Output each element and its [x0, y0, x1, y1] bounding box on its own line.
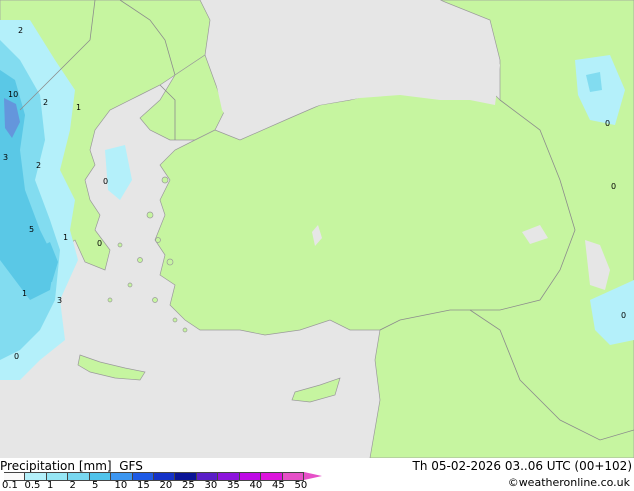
contour-label: 5 [29, 225, 34, 234]
contour-label: 1 [76, 103, 81, 112]
contour-label: 0 [103, 177, 108, 186]
map-title: Precipitation [mm] GFS [0, 459, 143, 473]
title-text: Precipitation [mm] [0, 459, 112, 473]
contour-label: 0 [605, 119, 610, 128]
forecast-datetime: Th 05-02-2026 03..06 UTC (00+102) [412, 459, 632, 473]
contour-label: 0 [97, 239, 102, 248]
contour-label: 2 [18, 26, 23, 35]
credit-link[interactable]: ©weatheronline.co.uk [508, 476, 630, 490]
contour-label: 2 [43, 98, 48, 107]
model-name: GFS [119, 459, 143, 473]
contour-label: 3 [57, 296, 62, 305]
contour-label: 1 [63, 233, 68, 242]
precipitation-map: 2 10 2 1 3 2 0 5 1 0 1 3 0 0 0 0 [0, 0, 634, 458]
contour-label: 0 [611, 182, 616, 191]
contour-label: 1 [22, 289, 27, 298]
contour-label: 0 [621, 311, 626, 320]
contour-label: 3 [3, 153, 8, 162]
contour-label: 0 [14, 352, 19, 361]
contour-label: 10 [8, 90, 18, 99]
contour-label: 2 [36, 161, 41, 170]
legend-arrow [304, 472, 322, 480]
